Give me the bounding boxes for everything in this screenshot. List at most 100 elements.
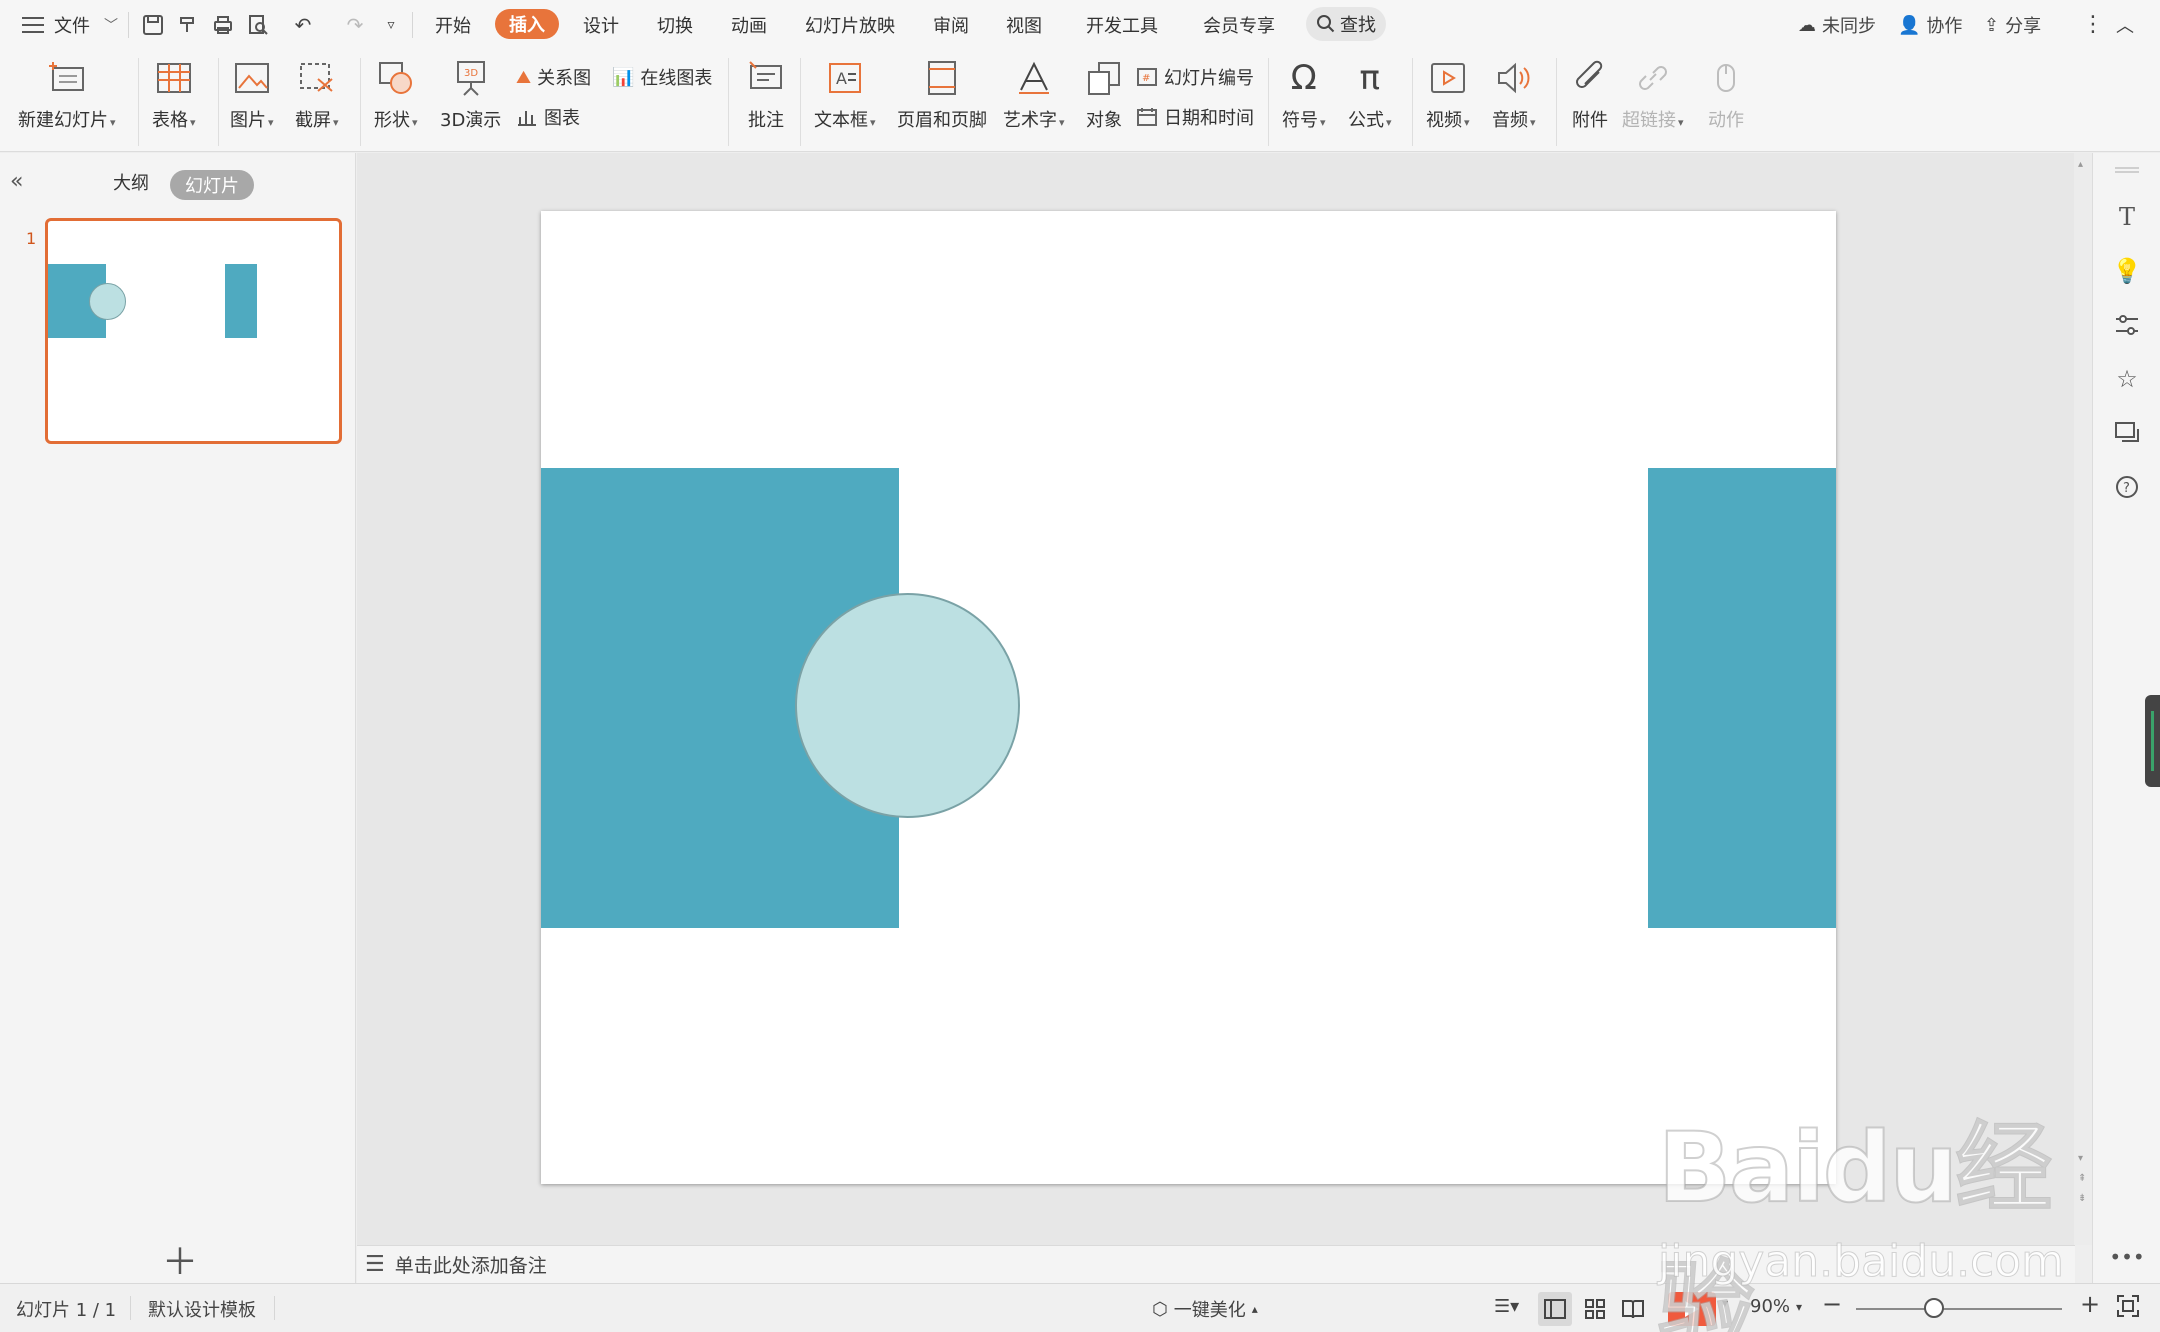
slide-number-button[interactable]: # 幻灯片编号 [1136, 64, 1254, 90]
side-panel-handle[interactable] [2145, 695, 2160, 787]
save-icon[interactable] [138, 10, 168, 40]
slide-canvas[interactable] [541, 211, 1836, 1184]
screenshot-button[interactable]: 截屏 [295, 58, 339, 132]
redo-icon[interactable]: ↷ [340, 10, 370, 40]
user-icon: 👤 [1898, 14, 1921, 36]
format-painter-icon[interactable] [173, 10, 203, 40]
tab-view[interactable]: 视图 [1006, 12, 1042, 38]
undo-icon[interactable]: ↶ [288, 10, 318, 40]
star-animation-icon[interactable]: ☆ [2111, 363, 2143, 395]
audio-button[interactable]: 音频 [1492, 58, 1536, 132]
scroll-down-icon[interactable]: ▾ [2078, 1153, 2083, 1164]
slide-number-icon: # [1137, 68, 1157, 86]
formula-label: 公式 [1348, 106, 1392, 132]
comment-button[interactable]: 批注 [746, 58, 786, 132]
zoom-slider-handle[interactable] [1924, 1298, 1945, 1318]
play-slideshow-button[interactable] [1668, 1292, 1716, 1326]
tab-slideshow[interactable]: 幻灯片放映 [805, 12, 895, 38]
tab-developer[interactable]: 开发工具 [1086, 12, 1158, 38]
search-button[interactable]: 查找 [1306, 7, 1386, 41]
tab-outline[interactable]: 大纲 [113, 169, 149, 195]
formula-button[interactable]: π 公式 [1348, 58, 1392, 132]
cube-icon: ⬡ [1152, 1298, 1168, 1320]
next-slide-icon[interactable]: ⇟ [2078, 1193, 2086, 1204]
text-format-icon[interactable]: T [2111, 201, 2143, 233]
add-slide-icon[interactable]: ＋ [162, 1233, 198, 1285]
prev-slide-icon[interactable]: ⇞ [2078, 1173, 2086, 1184]
hamburger-icon [22, 17, 44, 33]
divider [1268, 58, 1269, 146]
customize-toolbar-icon[interactable]: ▿ [376, 10, 406, 40]
scroll-up-icon[interactable]: ▴ [2078, 159, 2083, 170]
lightbulb-icon[interactable]: 💡 [2111, 255, 2143, 287]
tab-member[interactable]: 会员专享 [1203, 12, 1275, 38]
shape-icon [376, 58, 416, 98]
vertical-scrollbar[interactable]: ▴ ▾ ⇞ ⇟ [2074, 153, 2092, 1245]
online-chart-button[interactable]: 📊 在线图表 [612, 64, 712, 90]
collab-button[interactable]: 👤 协作 [1898, 12, 1962, 38]
datetime-button[interactable]: 日期和时间 [1136, 104, 1254, 130]
more-icon[interactable]: ⋮ [2082, 12, 2104, 37]
svg-text:#: # [1142, 73, 1150, 84]
tab-transitions[interactable]: 切换 [657, 12, 693, 38]
file-menu[interactable]: 文件 ﹀ [22, 12, 118, 38]
header-footer-button[interactable]: 页眉和页脚 [897, 58, 987, 132]
notes-bar[interactable]: ☰ 单击此处添加备注 [357, 1245, 2075, 1283]
picture-button[interactable]: 图片 [230, 58, 274, 132]
normal-view-button[interactable] [1538, 1292, 1572, 1326]
hyperlink-button[interactable]: 超链接 [1622, 58, 1684, 132]
collapse-panel-icon[interactable]: « [10, 169, 23, 194]
tab-animation[interactable]: 动画 [731, 12, 767, 38]
3d-demo-button[interactable]: 3D 3D演示 [440, 58, 501, 132]
collapse-ribbon-icon[interactable]: ︿ [2116, 12, 2134, 38]
video-label: 视频 [1426, 106, 1470, 132]
status-bar: 幻灯片 1 / 1 默认设计模板 ⬡ 一键美化 ▴ ☰▾ ▾ 90% ▾ − + [0, 1283, 2160, 1332]
relation-chart-button[interactable]: ⛰ 关系图 [516, 64, 591, 90]
attachment-button[interactable]: 附件 [1570, 58, 1610, 132]
zoom-out-icon[interactable]: − [1822, 1290, 1842, 1318]
tab-review[interactable]: 审阅 [933, 12, 969, 38]
notes-toggle-icon[interactable]: ☰▾ [1494, 1296, 1519, 1317]
table-button[interactable]: 表格 [152, 58, 196, 132]
fit-window-icon[interactable] [2116, 1294, 2140, 1318]
help-icon[interactable]: ? [2111, 471, 2143, 503]
wordart-label: 艺术字 [1003, 106, 1065, 132]
reading-view-button[interactable] [1616, 1292, 1650, 1326]
sync-button[interactable]: ☁ 未同步 [1798, 12, 1876, 38]
textbox-button[interactable]: A 文本框 [814, 58, 876, 132]
shape-label: 形状 [374, 106, 418, 132]
transition-icon[interactable] [2111, 417, 2143, 449]
video-button[interactable]: 视频 [1426, 58, 1470, 132]
play-options-icon[interactable]: ▾ [1722, 1296, 1728, 1310]
action-button[interactable]: 动作 [1706, 58, 1746, 132]
divider [360, 58, 361, 146]
tab-design[interactable]: 设计 [583, 12, 619, 38]
shape-button[interactable]: 形状 [374, 58, 418, 132]
more-options-icon[interactable]: ••• [2109, 1241, 2144, 1273]
tab-insert[interactable]: 插入 [495, 9, 559, 39]
print-icon[interactable] [208, 10, 238, 40]
chart-button[interactable]: 图表 [516, 104, 580, 130]
tab-slides[interactable]: 幻灯片 [170, 170, 254, 200]
wordart-button[interactable]: 艺术字 [1003, 58, 1065, 132]
tab-home[interactable]: 开始 [435, 12, 471, 38]
slide-thumbnail[interactable] [45, 218, 342, 444]
object-button[interactable]: 对象 [1084, 58, 1124, 132]
share-button[interactable]: ⇪ 分享 [1984, 12, 2041, 38]
zoom-slider[interactable] [1856, 1308, 2062, 1310]
grid-view-button[interactable] [1578, 1292, 1612, 1326]
normal-view-icon [1544, 1299, 1566, 1319]
zoom-in-icon[interactable]: + [2080, 1290, 2100, 1318]
new-slide-button[interactable]: 新建幻灯片 [18, 58, 116, 132]
template-name[interactable]: 默认设计模板 [148, 1296, 256, 1322]
zoom-dropdown[interactable]: 90% ▾ [1750, 1296, 1802, 1317]
light-teal-circle[interactable] [795, 593, 1020, 818]
beautify-button[interactable]: ⬡ 一键美化 ▴ [1152, 1296, 1258, 1322]
video-icon [1428, 58, 1468, 98]
print-preview-icon[interactable] [243, 10, 273, 40]
file-menu-label: 文件 [54, 16, 90, 37]
sliders-icon[interactable] [2111, 309, 2143, 341]
symbol-button[interactable]: Ω 符号 [1282, 58, 1326, 132]
search-label: 查找 [1340, 15, 1376, 36]
right-teal-rectangle[interactable] [1648, 468, 1836, 928]
